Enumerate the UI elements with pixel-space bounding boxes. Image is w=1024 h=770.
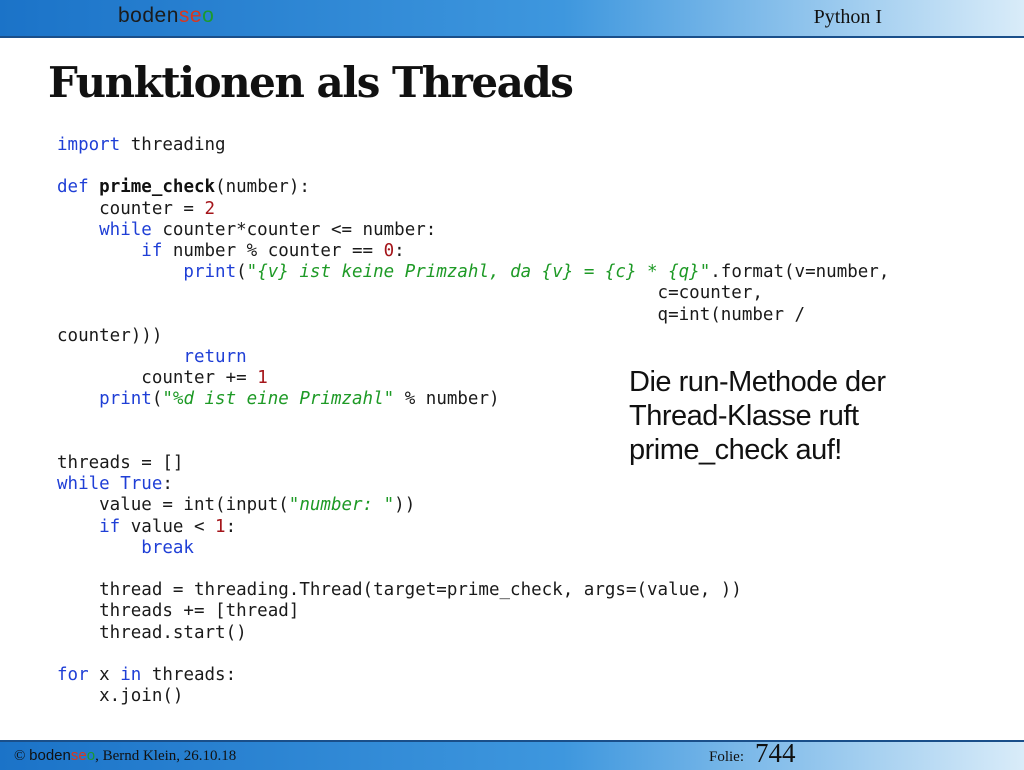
- slide-number-label: Folie:: [709, 749, 745, 765]
- course-title: Python I: [813, 6, 882, 28]
- bodenseo-logo-small: bodenseo: [29, 747, 96, 764]
- callout-text: Die run-Methode der Thread-Klasse ruft p…: [629, 366, 886, 466]
- bodenseo-logo: bodenseo: [118, 4, 215, 27]
- slide-title: Funktionen als Threads: [48, 58, 574, 107]
- slide-number: 744: [755, 738, 796, 768]
- footer-bar: © bodenseo, Bernd Klein, 26.10.18 Folie:…: [0, 738, 1024, 770]
- header-bar: bodenseo Python I: [0, 0, 1024, 38]
- footer-credits: © bodenseo, Bernd Klein, 26.10.18: [14, 747, 237, 764]
